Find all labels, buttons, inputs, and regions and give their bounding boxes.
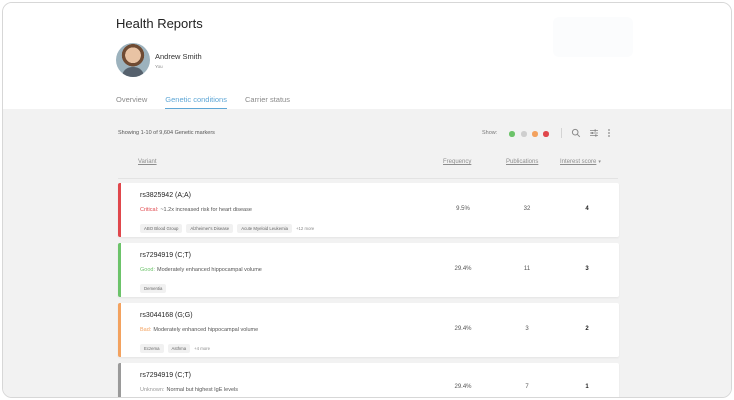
interest-score-value: 2 [585,326,589,332]
interest-score-value: 1 [585,384,589,390]
column-interest-score-label: Interest score [560,159,597,165]
condition-tag[interactable]: Asthma [167,344,191,353]
app-window: Health Reports Andrew Smith You Overview… [2,2,732,398]
description-text: Moderately enhanced hippocampal volume [153,327,259,333]
severity-label: Critical: [140,207,159,213]
condition-tag[interactable]: Eczema [140,344,164,353]
frequency-value: 29.4% [454,326,472,332]
condition-tags: Dementia [140,284,167,293]
publications-value: 32 [523,206,531,212]
condition-tag[interactable]: Dementia [140,284,167,293]
variant-row[interactable]: rs7294919 (C;T) Unknown: Normal but highes… [118,363,619,397]
description-text: ~1.2x increased risk for heart disease [160,207,252,213]
search-icon[interactable] [571,128,581,138]
severity-label: Bad: [140,327,152,333]
report-header: Health Reports Andrew Smith You Overview… [3,3,731,109]
results-count: Showing 1-10 of 9,604 Genetic markers [118,130,215,136]
table-header: Variant Frequency Publications Interest … [118,147,618,179]
sort-caret-icon: ▾ [598,159,601,165]
frequency-value: 29.4% [454,266,472,272]
frequency-value: 9.5% [456,206,470,212]
filter-dot-good[interactable] [509,131,515,137]
description-text: Normal but highest IgE levels [166,387,239,393]
column-variant[interactable]: Variant [138,159,157,165]
header-decoration [553,17,633,57]
filter-dot-critical[interactable] [543,131,549,137]
publications-value: 7 [525,384,529,390]
interest-score-value: 3 [585,266,589,272]
tab-carrier-status[interactable]: Carrier status [245,93,290,109]
condition-tag[interactable]: ABO Blood Group [140,224,183,233]
more-vertical-icon[interactable] [604,128,614,138]
show-filter-label: Show: [482,130,498,136]
tab-bar: Overview Genetic conditions Carrier stat… [116,93,308,109]
column-frequency[interactable]: Frequency [443,159,471,165]
toolbar-divider [561,128,562,138]
filter-dot-unknown[interactable] [521,131,527,137]
variant-description: Unknown: Normal but highest IgE levels [140,387,238,393]
avatar[interactable] [116,43,150,77]
variant-row[interactable]: rs3825942 (A;A) Critical: ~1.2x increased … [118,183,619,237]
condition-tags: Eczema Asthma +4 more [140,344,210,353]
filter-dot-bad[interactable] [532,131,538,137]
avatar-shirt [122,67,144,77]
column-publications[interactable]: Publications [506,159,538,165]
results-panel: Showing 1-10 of 9,604 Genetic markers Sh… [3,109,731,397]
variant-description: Bad: Moderately enhanced hippocampal volu… [140,327,258,333]
variant-id: rs3825942 (A;A) [140,192,191,199]
severity-label: Good: [140,267,155,273]
interest-score-value: 4 [585,206,589,212]
severity-label: Unknown: [140,387,165,393]
sliders-icon[interactable] [589,128,599,138]
user-name: Andrew Smith [155,52,202,61]
publications-value: 3 [525,326,529,332]
tab-genetic-conditions[interactable]: Genetic conditions [165,93,227,109]
condition-tag[interactable]: Alzheimer's Disease [186,224,234,233]
more-tags-link[interactable]: +4 more [194,346,210,351]
page-title: Health Reports [116,16,203,31]
publications-value: 11 [523,266,531,272]
variant-description: Critical: ~1.2x increased risk for heart … [140,207,252,213]
variant-id: rs7294919 (C;T) [140,372,191,379]
condition-tag[interactable]: Acute Myeloid Leukemia [237,224,293,233]
variant-id: rs3044168 (G;G) [140,312,193,319]
variant-description: Good: Moderately enhanced hippocampal vol… [140,267,262,273]
frequency-value: 29.4% [454,384,472,390]
more-tags-link[interactable]: +12 more [296,226,314,231]
variant-row[interactable]: rs3044168 (G;G) Bad: Moderately enhanced h… [118,303,619,357]
description-text: Moderately enhanced hippocampal volume [156,267,262,273]
variant-row[interactable]: rs7294919 (C;T) Good: Moderately enhanced … [118,243,619,297]
user-relation: You [155,64,163,69]
condition-tags: ABO Blood Group Alzheimer's Disease Acute … [140,224,314,233]
column-interest-score[interactable]: Interest score ▾ [560,159,601,165]
variant-id: rs7294919 (C;T) [140,252,191,259]
tab-overview[interactable]: Overview [116,93,147,109]
